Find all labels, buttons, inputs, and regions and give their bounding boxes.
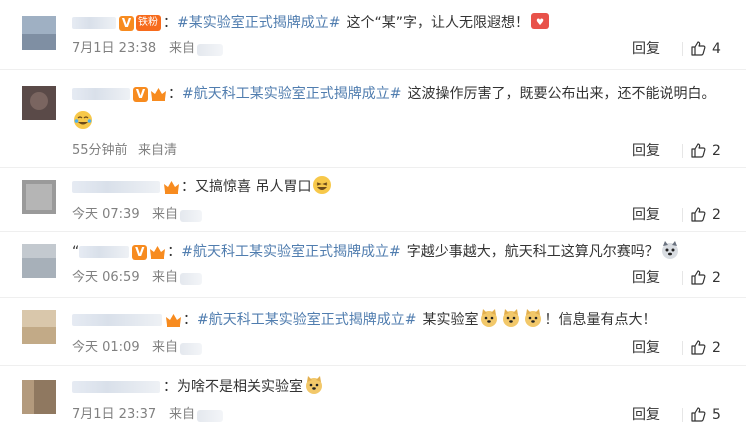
username[interactable]: [72, 88, 130, 100]
divider: [682, 271, 683, 285]
comment-source: 来自: [152, 270, 179, 285]
avatar[interactable]: [22, 380, 56, 414]
comment-item: ：#航天科工某实验室正式揭牌成立# 某实验室 ！信息量有点大！ 今天 01:09 来…: [0, 298, 746, 366]
comment-text-suffix: ！信息量有点大！: [544, 312, 657, 328]
crown-badge-icon: [150, 246, 166, 259]
thumbs-up-icon: [691, 41, 706, 56]
comment-source: 来自清: [138, 143, 178, 158]
comment-list: 铁粉：#某实验室正式揭牌成立#这个“某”字，让人无限遐想！♥ 7月1日 23:3…: [0, 0, 746, 439]
like-button[interactable]: 2: [690, 337, 721, 359]
comment-item: ：又搞惊喜 吊人胃口 今天 07:39 来自 回复 2: [0, 168, 746, 232]
source-blur: [197, 44, 223, 56]
comment-time: 55分钟前: [72, 143, 128, 158]
like-count: 2: [712, 270, 721, 286]
username[interactable]: [72, 314, 162, 326]
reply-button[interactable]: 回复: [632, 204, 660, 226]
thumbs-up-icon: [691, 340, 706, 355]
like-count: 5: [712, 407, 721, 423]
doge-emoji: [481, 309, 498, 327]
thumbs-up-icon: [691, 207, 706, 222]
avatar[interactable]: [22, 244, 56, 278]
verified-badge-icon: [119, 15, 134, 32]
comment-item: ：#航天科工某实验室正式揭牌成立#这波操作厉害了，既要公布出来，还不能说明白。 …: [0, 70, 746, 168]
svg-text:♥: ♥: [536, 18, 544, 28]
doge-emoji: [525, 309, 542, 327]
comment-time: 7月1日 23:38: [72, 41, 157, 56]
divider: [682, 341, 683, 355]
reply-button[interactable]: 回复: [632, 140, 660, 162]
comment-text: 某实验室: [422, 312, 479, 328]
comment-time: 7月1日 23:37: [72, 407, 157, 422]
crying-laugh-emoji: [74, 111, 92, 129]
comment-source: 来自: [152, 207, 179, 222]
crown-badge-icon: [151, 88, 166, 101]
comment-source: 来自: [169, 41, 196, 56]
like-count: 2: [712, 143, 721, 159]
topic-link[interactable]: #航天科工某实验室正式揭牌成立#: [181, 244, 400, 260]
reply-button[interactable]: 回复: [632, 267, 660, 289]
topic-link[interactable]: #某实验室正式揭牌成立#: [177, 15, 340, 31]
doge-emoji: [503, 309, 520, 327]
husky-dog-emoji: [661, 241, 678, 259]
divider: [682, 42, 683, 56]
divider: [682, 144, 683, 158]
username[interactable]: [79, 246, 130, 258]
comment-item: 铁粉：#某实验室正式揭牌成立#这个“某”字，让人无限遐想！♥ 7月1日 23:3…: [0, 0, 746, 70]
heart-face-emoji: ♥: [530, 13, 549, 29]
comment-item: ：为啥不是相关实验室 7月1日 23:37 来自 回复 5: [0, 366, 746, 439]
thumbs-up-icon: [691, 407, 706, 422]
like-count: 2: [712, 207, 721, 223]
source-blur: [197, 410, 223, 422]
reply-button[interactable]: 回复: [632, 337, 660, 359]
comment-source: 来自: [169, 407, 196, 422]
divider: [682, 408, 683, 422]
doge-emoji: [306, 376, 322, 394]
like-count: 4: [712, 41, 721, 57]
avatar[interactable]: [22, 180, 56, 214]
laughing-emoji: [313, 176, 332, 194]
crown-badge-icon: [166, 314, 181, 327]
like-button[interactable]: 4: [690, 38, 721, 60]
like-button[interactable]: 2: [690, 267, 721, 289]
username[interactable]: [72, 17, 116, 29]
comment-time: 今天 06:59: [72, 270, 140, 285]
thumbs-up-icon: [691, 143, 706, 158]
source-blur: [180, 343, 202, 355]
comment-time: 今天 07:39: [72, 207, 140, 222]
like-button[interactable]: 2: [690, 140, 721, 162]
source-blur: [180, 210, 202, 222]
reply-button[interactable]: 回复: [632, 38, 660, 60]
comment-item: “：#航天科工某实验室正式揭牌成立#字越少事越大，航天科工这算凡尔赛吗？ 今天 …: [0, 232, 746, 298]
comment-text: 又搞惊喜 吊人胃口: [195, 179, 312, 195]
reply-button[interactable]: 回复: [632, 404, 660, 426]
avatar[interactable]: [22, 310, 56, 344]
like-button[interactable]: 2: [690, 204, 721, 226]
like-count: 2: [712, 340, 721, 356]
like-button[interactable]: 5: [690, 404, 721, 426]
topic-link[interactable]: #航天科工某实验室正式揭牌成立#: [197, 312, 416, 328]
comment-text: 字越少事越大，航天科工这算凡尔赛吗？: [406, 244, 659, 260]
thumbs-up-icon: [691, 270, 706, 285]
source-blur: [180, 273, 202, 285]
divider: [682, 208, 683, 222]
username[interactable]: [72, 181, 160, 193]
comment-text: 这波操作厉害了，既要公布出来，还不能说明白。: [407, 86, 716, 102]
avatar[interactable]: [22, 86, 56, 120]
verified-badge-icon: [132, 244, 148, 261]
username[interactable]: [72, 381, 160, 393]
comment-text: 为啥不是相关实验室: [177, 379, 303, 395]
verified-badge-icon: [133, 86, 148, 103]
fan-badge: 铁粉: [136, 15, 161, 31]
avatar[interactable]: [22, 16, 56, 50]
comment-source: 来自: [152, 340, 179, 355]
username-prefix: “: [72, 244, 80, 260]
crown-badge-icon: [164, 181, 179, 194]
comment-text: 这个“某”字，让人无限遐想！: [346, 15, 529, 31]
topic-link[interactable]: #航天科工某实验室正式揭牌成立#: [182, 86, 401, 102]
comment-time: 今天 01:09: [72, 340, 140, 355]
